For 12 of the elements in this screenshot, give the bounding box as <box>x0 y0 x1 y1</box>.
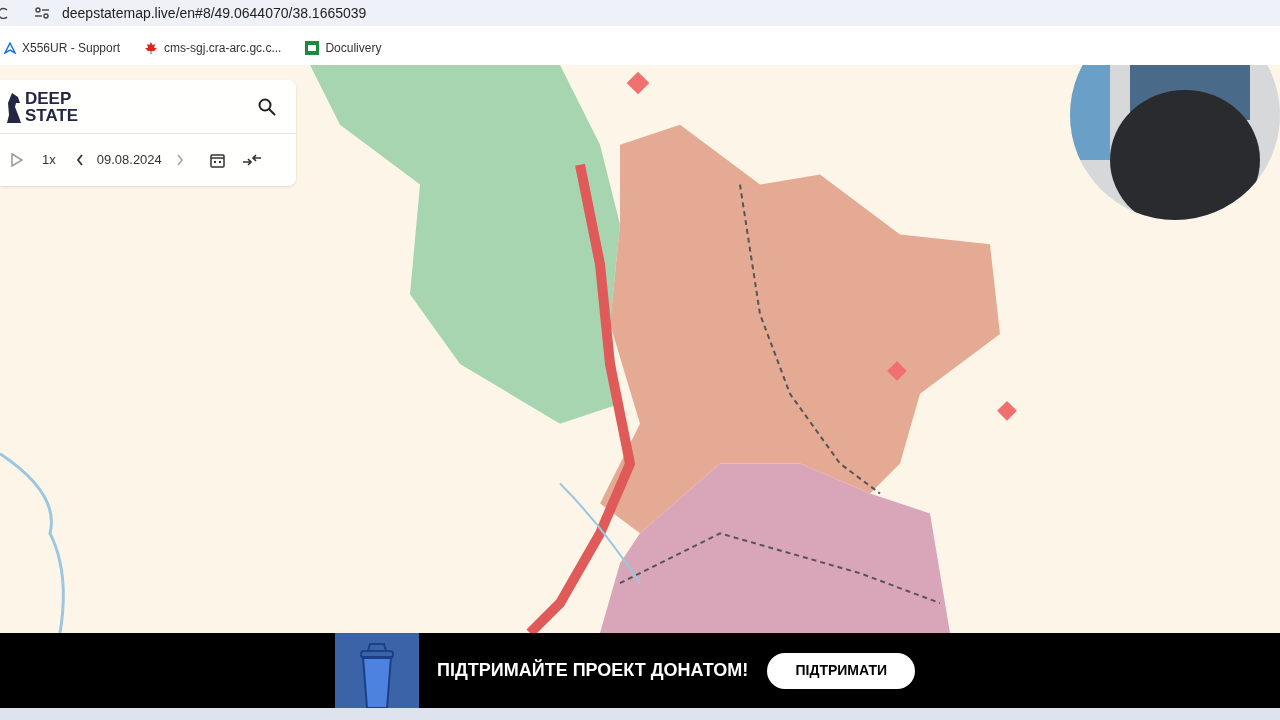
coffee-cup-icon <box>335 633 419 708</box>
url-text: deepstatemap.live/en#8/49.0644070/38.1665039 <box>62 3 367 23</box>
bookmark[interactable]: Doculivery <box>301 38 386 57</box>
bookmark[interactable]: X556UR - Support <box>0 38 125 57</box>
site-settings-icon[interactable] <box>34 6 50 20</box>
support-button[interactable]: ПІДТРИМАТИ <box>767 652 916 689</box>
banner-message: ПІДТРИМАЙТЕ ПРОЕКТ ДОНАТОМ! <box>437 658 749 682</box>
triangle-icon <box>4 41 16 54</box>
maple-leaf-icon <box>144 40 159 55</box>
bookmark[interactable]: cms-sgj.cra-arc.gc.c... <box>140 38 286 57</box>
logo-square-icon <box>305 40 320 55</box>
reload-icon[interactable] <box>0 7 8 19</box>
